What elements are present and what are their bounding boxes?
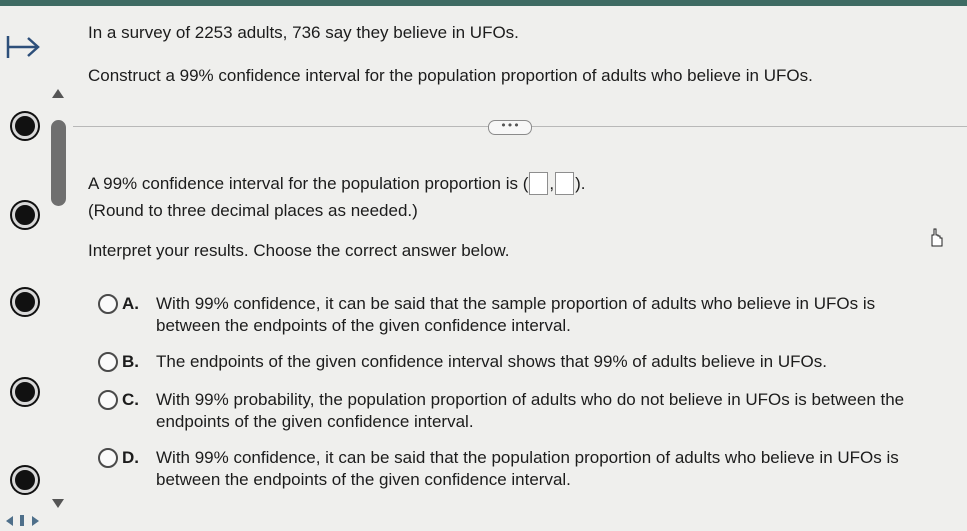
scroll-up-arrow-icon[interactable]	[52, 89, 64, 98]
question-nav-dot[interactable]	[12, 113, 38, 139]
question-nav-dot[interactable]	[12, 467, 38, 493]
question-nav-dot[interactable]	[12, 379, 38, 405]
option-a-radio[interactable]	[98, 294, 118, 314]
scroll-handle-icon[interactable]	[20, 515, 24, 526]
question-instruction: Construct a 99% confidence interval for …	[88, 66, 813, 85]
vertical-scrollbar-thumb[interactable]	[51, 120, 66, 206]
interpret-prompt: Interpret your results. Choose the corre…	[88, 241, 510, 260]
option-b-text-line-1[interactable]: The endpoints of the given confidence in…	[156, 351, 827, 373]
mouse-cursor-icon	[931, 228, 943, 247]
option-d-radio[interactable]	[98, 448, 118, 468]
answer-close: ).	[575, 174, 586, 193]
lower-bound-input[interactable]	[529, 172, 549, 195]
left-navigation-rail	[0, 6, 70, 531]
question-nav-dot[interactable]	[12, 289, 38, 315]
answer-separator: ,	[549, 174, 555, 193]
more-options-button[interactable]: •••	[488, 120, 532, 135]
option-c-text-line-1[interactable]: With 99% probability, the population pro…	[156, 389, 904, 411]
option-a-text-line-2[interactable]: between the endpoints of the given confi…	[156, 315, 571, 337]
upper-bound-input[interactable]	[555, 172, 575, 195]
top-header-bar	[0, 0, 967, 6]
option-d-text-line-2[interactable]: between the endpoints of the given confi…	[156, 469, 571, 491]
option-c-radio[interactable]	[98, 390, 118, 410]
scroll-left-icon[interactable]	[6, 516, 13, 526]
expand-panel-icon[interactable]	[5, 32, 43, 62]
question-nav-dot[interactable]	[12, 202, 38, 228]
option-c-text-line-2[interactable]: endpoints of the given confidence interv…	[156, 411, 474, 433]
option-b-radio[interactable]	[98, 352, 118, 372]
scroll-right-icon[interactable]	[32, 516, 39, 526]
option-a-letter[interactable]: A.	[122, 293, 139, 314]
horizontal-scroll-control[interactable]	[2, 514, 50, 528]
rounding-note: (Round to three decimal places as needed…	[88, 201, 418, 220]
option-b-letter[interactable]: B.	[122, 351, 139, 372]
option-d-letter[interactable]: D.	[122, 447, 139, 468]
question-statement: In a survey of 2253 adults, 736 say they…	[88, 23, 519, 42]
option-a-text-line-1[interactable]: With 99% confidence, it can be said that…	[156, 293, 875, 315]
answer-prompt: A 99% confidence interval for the popula…	[88, 174, 529, 193]
option-c-letter[interactable]: C.	[122, 389, 139, 410]
option-d-text-line-1[interactable]: With 99% confidence, it can be said that…	[156, 447, 899, 469]
confidence-interval-answer-line: A 99% confidence interval for the popula…	[88, 172, 586, 195]
scroll-down-arrow-icon[interactable]	[52, 499, 64, 508]
